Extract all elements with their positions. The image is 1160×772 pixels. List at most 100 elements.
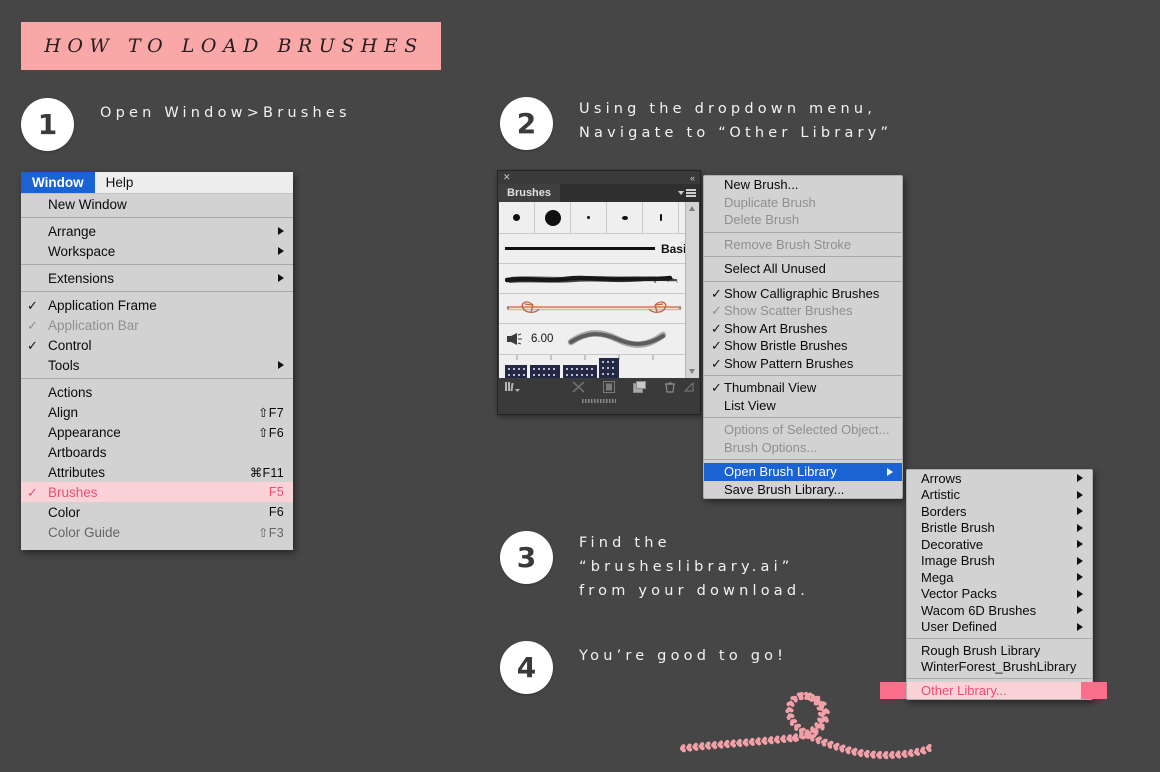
menu-row-wrapper: Other Library... [880, 682, 1107, 699]
bristle-brush-icon [507, 333, 522, 345]
menu-item-application-frame[interactable]: ✓ Application Frame [21, 295, 293, 315]
heart-icon [704, 741, 712, 751]
heart-icon [925, 743, 932, 753]
menu-item-artistic[interactable]: Artistic [907, 487, 1092, 504]
open-brush-library-submenu[interactable]: Arrows Artistic Borders Bristle Brush Decora… [880, 469, 1107, 700]
menu-item-label: Image Brush [921, 553, 995, 569]
menu-item-arrows[interactable]: Arrows [907, 470, 1092, 487]
menu-row-wrapper: Duplicate Brush [704, 194, 902, 212]
heart-icon [894, 750, 902, 760]
menu-item-label: Brush Options... [724, 439, 818, 455]
brush-bristle-row[interactable]: 6.00 [499, 324, 699, 355]
menu-item-workspace[interactable]: Workspace [21, 241, 293, 261]
menu-item-appearance[interactable]: Appearance ⇧F6 [21, 422, 293, 442]
brush-pattern-row[interactable] [499, 355, 699, 378]
close-icon[interactable]: ✕ [503, 172, 511, 183]
brushes-panel-footer[interactable] [498, 378, 700, 396]
menu-item-wacom-6d-brushes[interactable]: Wacom 6D Brushes [907, 602, 1092, 619]
menu-item-attributes[interactable]: Attributes ⌘F11 [21, 462, 293, 482]
menu-item-vector-packs[interactable]: Vector Packs [907, 586, 1092, 603]
heart-icon [803, 691, 811, 701]
menu-item-mega[interactable]: Mega [907, 569, 1092, 586]
heart-icon [802, 728, 813, 739]
brush-charcoal-row[interactable] [499, 264, 699, 294]
heart-icon [807, 725, 819, 736]
menu-item-borders[interactable]: Borders [907, 503, 1092, 520]
brush-thumbnail[interactable] [571, 202, 607, 233]
brush-basic-row[interactable]: Basic [499, 234, 699, 264]
libraries-icon[interactable] [504, 381, 520, 393]
menu-item-extensions[interactable]: Extensions [21, 268, 293, 288]
brushes-panel[interactable]: ✕ « Brushes Basic 6.00 [497, 170, 701, 415]
brushes-panel-tabrow[interactable]: Brushes [498, 184, 700, 202]
menu-item-label: Artistic [921, 487, 960, 503]
menu-item-decorative[interactable]: Decorative [907, 536, 1092, 553]
menu-item-artboards[interactable]: Artboards [21, 442, 293, 462]
menu-item-actions[interactable]: Actions [21, 382, 293, 402]
menu-item-brushes[interactable]: ✓ Brushes F5 [21, 482, 293, 502]
menu-item-show-calligraphic-brushes[interactable]: ✓ Show Calligraphic Brushes [704, 285, 902, 303]
window-menu[interactable]: Window Help New Window Arrange Workspace Ex… [21, 172, 293, 550]
options-icon[interactable] [603, 381, 615, 393]
menu-item-open-brush-library[interactable]: Open Brush Library [704, 463, 902, 481]
chevron-down-icon [678, 191, 684, 195]
menu-item-color-guide[interactable]: Color Guide ⇧F3 [21, 522, 293, 542]
scroll-up-icon[interactable] [689, 206, 695, 211]
menu-item-show-bristle-brushes[interactable]: ✓ Show Bristle Brushes [704, 337, 902, 355]
menu-item-control[interactable]: ✓ Control [21, 335, 293, 355]
menu-row-wrapper: Arrows [907, 470, 1092, 487]
calligraphic-brush-thumbnails[interactable] [499, 202, 699, 234]
brush-arrow-row[interactable] [499, 294, 699, 324]
heart-icon [710, 740, 718, 750]
brushes-panel-body[interactable]: Basic 6.00 [499, 202, 699, 378]
menubar[interactable]: Window Help [21, 172, 293, 194]
menu-item-list-view[interactable]: List View [704, 397, 902, 415]
heart-icon [812, 697, 823, 708]
heart-icon [869, 750, 877, 759]
remove-brush-stroke-icon[interactable] [572, 381, 585, 393]
menu-item-new-window[interactable]: New Window [21, 194, 293, 214]
menu-item-new-brush[interactable]: New Brush... [704, 176, 902, 194]
menu-item-user-defined[interactable]: User Defined [907, 619, 1092, 636]
menubar-item-window[interactable]: Window [21, 172, 95, 193]
menu-row-wrapper: Open Brush Library [704, 463, 902, 481]
resize-grip-icon[interactable] [684, 382, 694, 392]
brush-thumbnail[interactable] [643, 202, 679, 233]
scroll-down-icon[interactable] [689, 369, 695, 374]
menu-item-align[interactable]: Align ⇧F7 [21, 402, 293, 422]
menu-item-winterforest-brushlibrary[interactable]: WinterForest_BrushLibrary [907, 659, 1092, 676]
new-brush-icon[interactable] [633, 381, 646, 393]
menu-item-select-all-unused[interactable]: Select All Unused [704, 260, 902, 278]
menu-row-wrapper: Borders [907, 503, 1092, 520]
menubar-item-help[interactable]: Help [95, 172, 145, 193]
brushes-panel-scrollbar[interactable] [685, 202, 699, 378]
brush-thumbnail[interactable] [499, 202, 535, 233]
checkmark-icon: ✓ [27, 484, 38, 500]
delete-brush-icon[interactable] [664, 381, 676, 393]
brush-thumbnail[interactable] [535, 202, 571, 233]
menu-item-arrange[interactable]: Arrange [21, 221, 293, 241]
tab-brushes[interactable]: Brushes [498, 184, 561, 202]
submenu-arrow-icon [1077, 589, 1083, 598]
menu-item-color[interactable]: Color F6 [21, 502, 293, 522]
brush-panel-context-menu[interactable]: New Brush... Duplicate Brush Delete Brush R… [703, 175, 903, 499]
heart-icon [741, 738, 749, 747]
brush-thumbnail[interactable] [607, 202, 643, 233]
menu-item-tools[interactable]: Tools [21, 355, 293, 375]
panel-grip[interactable] [498, 396, 700, 405]
heart-icon [808, 693, 818, 704]
menu-item-show-pattern-brushes[interactable]: ✓ Show Pattern Brushes [704, 355, 902, 373]
menu-item-other-library[interactable]: Other Library... [907, 682, 1092, 699]
menu-item-label: Show Art Brushes [724, 320, 828, 336]
menu-item-rough-brush-library[interactable]: Rough Brush Library [907, 642, 1092, 659]
menu-item-thumbnail-view[interactable]: ✓ Thumbnail View [704, 379, 902, 397]
panel-menu-icon[interactable] [674, 184, 700, 202]
menu-item-show-art-brushes[interactable]: ✓ Show Art Brushes [704, 320, 902, 338]
heart-icon [811, 693, 822, 704]
menu-separator [704, 280, 902, 282]
menu-item-image-brush[interactable]: Image Brush [907, 553, 1092, 570]
menu-item-bristle-brush[interactable]: Bristle Brush [907, 520, 1092, 537]
menu-item-save-brush-library[interactable]: Save Brush Library... [704, 481, 902, 499]
menu-row-wrapper: Decorative [907, 536, 1092, 553]
collapse-icon[interactable]: « [690, 173, 695, 183]
